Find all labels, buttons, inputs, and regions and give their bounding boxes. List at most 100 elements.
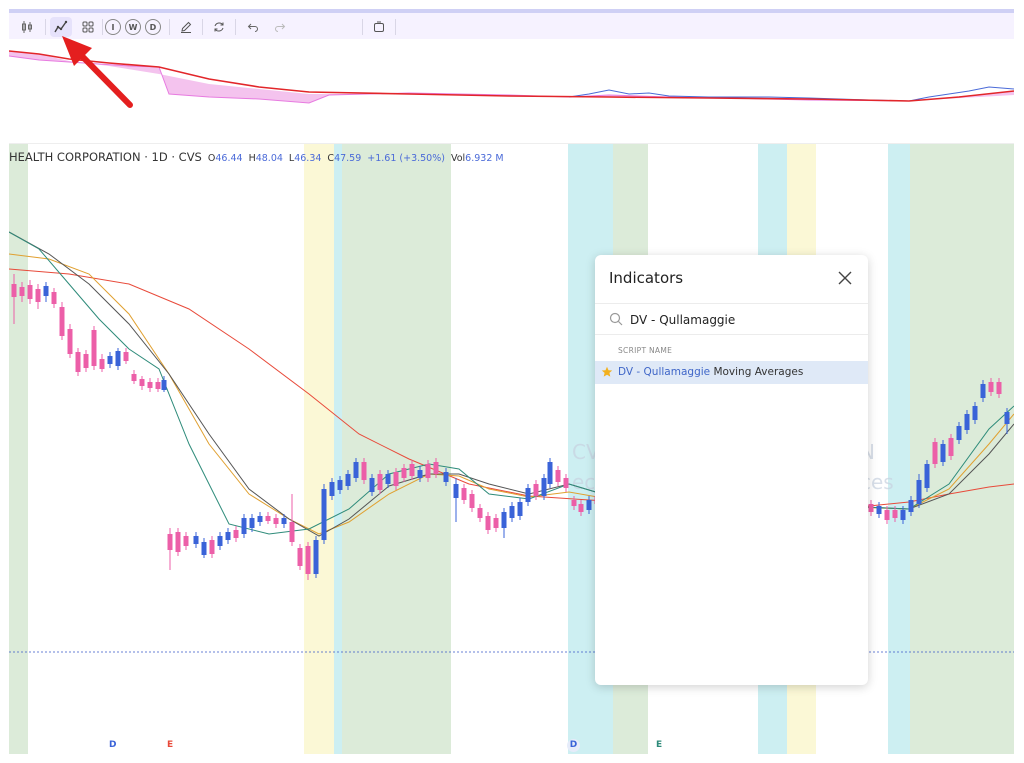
pencil-icon[interactable]	[178, 17, 194, 37]
candle-body	[289, 522, 295, 542]
candle-body	[1004, 412, 1010, 424]
volume-label: Vol	[450, 153, 466, 164]
candle-body	[988, 382, 994, 392]
candle-body	[123, 352, 129, 361]
chart-toolbar: I W D	[9, 9, 1014, 39]
candle-body	[956, 426, 962, 440]
candle-body	[115, 351, 121, 366]
oscillator-chart	[8, 50, 1015, 104]
candle-body	[249, 518, 255, 528]
candle-body	[908, 500, 914, 512]
chart-app: I W D CV ec ces HEALTH CORPORATION · 1D …	[0, 0, 1024, 763]
low-value: 46.34	[294, 153, 322, 164]
event-marker-e[interactable]: E	[167, 740, 173, 750]
candle-body	[517, 502, 523, 516]
event-marker-d[interactable]: D	[109, 740, 116, 750]
undo-icon[interactable]	[245, 17, 261, 37]
toolbar-divider	[45, 19, 46, 35]
symbol-legend: HEALTH CORPORATION · 1D · CVS O46.44 H48…	[9, 150, 504, 164]
candle-body	[257, 516, 263, 522]
candle-body	[161, 380, 167, 390]
candle-body	[281, 518, 287, 524]
candle-type-icon[interactable]	[19, 17, 35, 37]
toolbar-divider	[169, 19, 170, 35]
candle-body	[217, 536, 223, 546]
candle-body	[321, 489, 327, 540]
toolbar-divider	[362, 19, 363, 35]
toolbar-divider	[395, 19, 396, 35]
candle-body	[972, 406, 978, 420]
open-value: 46.44	[215, 153, 243, 164]
candle-body	[11, 284, 17, 297]
candle-body	[139, 379, 145, 386]
event-marker-e[interactable]: E	[656, 740, 662, 750]
star-icon[interactable]	[601, 366, 613, 378]
candle-body	[900, 510, 906, 520]
volume-value: 6.932 M	[465, 153, 504, 164]
candle-body	[884, 510, 890, 520]
candle-body	[461, 488, 467, 500]
candle-body	[75, 352, 81, 372]
candle-body	[273, 518, 279, 524]
candle-body	[417, 470, 423, 478]
layout-grid-icon[interactable]	[80, 17, 96, 37]
candle-body	[233, 530, 239, 538]
candle-body	[167, 534, 173, 550]
result-label: DV - Qullamaggie Moving Averages	[618, 366, 803, 378]
candle-body	[501, 512, 507, 528]
redo-icon[interactable]	[272, 17, 288, 37]
candle-body	[453, 484, 459, 498]
indicators-dialog: Indicators SCRIPT NAME DV - Qullamaggie …	[595, 255, 868, 685]
candle-body	[393, 472, 399, 486]
candle-body	[201, 542, 207, 555]
interval-i-button[interactable]: I	[105, 19, 121, 35]
candle-body	[305, 546, 311, 574]
candle-body	[155, 382, 161, 389]
candle-body	[924, 464, 930, 488]
candle-body	[876, 506, 882, 514]
candle-body	[43, 286, 49, 296]
result-row[interactable]: DV - Qullamaggie Moving Averages	[595, 361, 868, 384]
candle-body	[996, 382, 1002, 394]
candle-body	[964, 414, 970, 430]
close-value: 47.59	[334, 153, 362, 164]
candle-body	[225, 532, 231, 540]
indicators-button[interactable]	[50, 17, 72, 37]
candle-body	[443, 472, 449, 482]
candle-body	[59, 307, 65, 336]
candle-body	[940, 444, 946, 462]
candle-body	[313, 540, 319, 574]
candle-body	[571, 500, 577, 506]
result-rest: Moving Averages	[710, 366, 804, 378]
candle-body	[241, 518, 247, 534]
candle-body	[401, 468, 407, 478]
change-value: +1.61 (+3.50%)	[367, 153, 445, 164]
event-marker-d[interactable]: D	[567, 739, 580, 752]
close-icon[interactable]	[836, 269, 854, 287]
search-bar	[595, 303, 868, 335]
candle-body	[19, 287, 25, 296]
refresh-icon[interactable]	[211, 17, 227, 37]
candle-body	[892, 510, 898, 518]
interval-d-button[interactable]: D	[145, 19, 161, 35]
candle-body	[541, 478, 547, 496]
candle-body	[337, 480, 343, 490]
candle-body	[493, 518, 499, 528]
screenshot-icon[interactable]	[371, 17, 387, 37]
candle-body	[948, 438, 954, 456]
candle-body	[868, 504, 874, 512]
candle-body	[586, 500, 592, 510]
candle-body	[35, 289, 41, 302]
search-input[interactable]	[628, 309, 852, 331]
candle-body	[509, 506, 515, 518]
candle-body	[329, 482, 335, 496]
candle-body	[932, 442, 938, 464]
interval-w-button[interactable]: W	[125, 19, 141, 35]
search-icon	[609, 312, 623, 326]
candle-body	[385, 474, 391, 484]
candle-body	[209, 540, 215, 554]
candle-body	[377, 474, 383, 490]
candle-body	[425, 464, 431, 478]
column-header-script-name: SCRIPT NAME	[618, 346, 673, 355]
candle-body	[409, 464, 415, 476]
